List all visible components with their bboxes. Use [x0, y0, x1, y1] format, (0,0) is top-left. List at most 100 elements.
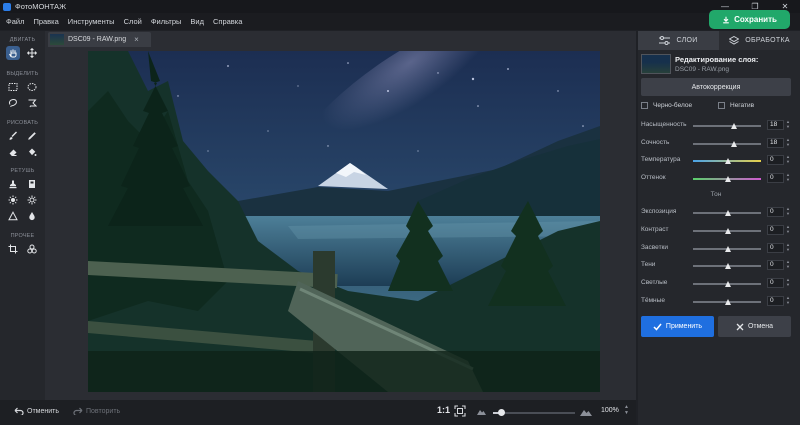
slider-value-input[interactable]: 0	[767, 172, 784, 183]
burn-tool[interactable]	[25, 193, 39, 207]
slider-track[interactable]	[693, 281, 761, 288]
canvas-area[interactable]: DSC09 - RAW.png ×	[45, 31, 636, 400]
cancel-button-label: Отмена	[747, 323, 774, 330]
undo-button[interactable]: Отменить	[14, 407, 59, 415]
zoom-spinner[interactable]: ▲ ▼	[624, 404, 629, 416]
cancel-button[interactable]: Отмена	[718, 316, 791, 337]
layer-edit-title: Редактирование слоя:	[675, 55, 759, 64]
hand-tool[interactable]	[6, 46, 21, 60]
autocorrect-button[interactable]: Автокоррекция	[641, 78, 791, 96]
menu-file[interactable]: Файл	[6, 17, 24, 26]
slider-spinner[interactable]: ▲ ▼	[786, 154, 790, 164]
slider-knob[interactable]	[724, 227, 731, 234]
slider-track[interactable]	[693, 175, 761, 182]
slider-value-input[interactable]: 0	[767, 278, 784, 289]
slider-spinner[interactable]: ▲ ▼	[786, 295, 790, 305]
zoom-out-icon[interactable]	[477, 408, 486, 415]
slider-track[interactable]	[693, 263, 761, 270]
negative-checkbox[interactable]: Негатив	[718, 102, 754, 109]
tool-section-retouch: РЕТУШЬ	[0, 168, 45, 224]
slider-spinner[interactable]: ▲ ▼	[786, 224, 790, 234]
slider-track[interactable]	[693, 227, 761, 234]
slider-spinner[interactable]: ▲ ▼	[786, 277, 790, 287]
slider-track[interactable]	[693, 158, 761, 164]
patch-tool[interactable]	[25, 177, 39, 191]
zoom-slider-knob[interactable]	[498, 409, 506, 416]
dodge-tool[interactable]	[6, 193, 20, 207]
zoom-in-icon[interactable]	[580, 408, 592, 416]
slider-spinner[interactable]: ▲ ▼	[786, 119, 790, 129]
shapes-tool[interactable]	[25, 242, 39, 256]
slider-knob[interactable]	[724, 299, 731, 305]
slider-value-input[interactable]: 0	[767, 260, 784, 271]
rect-select-tool[interactable]	[6, 80, 20, 94]
slider-knob[interactable]	[724, 245, 731, 252]
slider-spinner[interactable]: ▲ ▼	[786, 259, 790, 269]
actual-size-button[interactable]: 1:1	[437, 405, 450, 415]
menu-edit[interactable]: Правка	[33, 17, 58, 26]
slider-label: Температура	[641, 156, 681, 163]
slider-spinner[interactable]: ▲ ▼	[786, 137, 790, 147]
brush-tool[interactable]	[6, 129, 20, 143]
document-tab[interactable]: DSC09 - RAW.png ×	[48, 32, 151, 47]
menu-filters[interactable]: Фильтры	[151, 17, 182, 26]
slider-spinner[interactable]: ▲ ▼	[786, 242, 790, 252]
slider-knob[interactable]	[731, 140, 738, 147]
stamp-tool[interactable]	[6, 177, 20, 191]
save-button[interactable]: Сохранить	[709, 10, 790, 29]
menu-layer[interactable]: Слой	[124, 17, 142, 26]
document-tab-close-icon[interactable]: ×	[134, 35, 139, 44]
slider-track[interactable]	[693, 123, 761, 129]
fill-tool[interactable]	[25, 145, 39, 159]
slider-knob[interactable]	[724, 281, 731, 288]
pencil-tool[interactable]	[25, 129, 39, 143]
slider-value-input[interactable]: 18	[767, 137, 784, 148]
slider-label: Насыщенность	[641, 121, 687, 128]
slider-label: Тени	[641, 261, 656, 269]
slider-value-input[interactable]: 0	[767, 207, 784, 217]
polygon-lasso-tool[interactable]	[25, 96, 39, 110]
redo-button[interactable]: Повторить	[73, 407, 120, 415]
move-tool[interactable]	[25, 46, 39, 60]
slider-knob[interactable]	[724, 158, 731, 164]
slider-value-input[interactable]: 0	[767, 224, 784, 235]
slider-track[interactable]	[693, 210, 761, 216]
menu-tools[interactable]: Инструменты	[68, 17, 115, 26]
menu-help[interactable]: Справка	[213, 17, 242, 26]
fit-screen-icon[interactable]	[454, 405, 466, 417]
bw-checkbox[interactable]: Черно-белое	[641, 102, 692, 109]
slider-knob[interactable]	[724, 210, 731, 216]
slider-track[interactable]	[693, 140, 761, 147]
blur-tool[interactable]	[25, 209, 39, 223]
crop-icon	[8, 244, 18, 254]
slider-track[interactable]	[693, 245, 761, 252]
crop-tool[interactable]	[6, 242, 20, 256]
slider-value-input[interactable]: 0	[767, 296, 784, 306]
slider-value-input[interactable]: 0	[767, 155, 784, 165]
slider-label: Сочность	[641, 138, 670, 146]
ellipse-select-tool[interactable]	[25, 80, 39, 94]
document-tab-name: DSC09 - RAW.png	[68, 36, 127, 43]
zoom-slider[interactable]	[493, 409, 575, 416]
menu-view[interactable]: Вид	[190, 17, 204, 26]
eraser-tool[interactable]	[6, 145, 20, 159]
brush-icon	[9, 131, 18, 140]
tab-processing-label: ОБРАБОТКА	[745, 37, 790, 44]
slider-knob[interactable]	[724, 263, 731, 270]
eraser-icon	[9, 149, 17, 156]
slider-value-input[interactable]: 0	[767, 242, 784, 253]
bottom-toolbar: Отменить Повторить 1:1 100% ▲ ▼	[0, 400, 636, 425]
lasso-tool[interactable]	[6, 96, 20, 110]
tab-processing[interactable]: ОБРАБОТКА	[719, 31, 800, 50]
slider-spinner[interactable]: ▲ ▼	[786, 172, 790, 182]
tab-layers[interactable]: СЛОИ	[638, 31, 719, 50]
sharpen-tool[interactable]	[6, 209, 20, 223]
slider-knob[interactable]	[724, 175, 731, 182]
slider-knob[interactable]	[731, 123, 738, 129]
slider-value-input[interactable]: 18	[767, 120, 784, 130]
slider-spinner[interactable]: ▲ ▼	[786, 206, 790, 216]
slider-track[interactable]	[693, 299, 761, 305]
app-title: ФотоМОНТАЖ	[15, 2, 66, 11]
apply-button[interactable]: Применить	[641, 316, 714, 337]
photo-canvas[interactable]	[88, 51, 600, 392]
